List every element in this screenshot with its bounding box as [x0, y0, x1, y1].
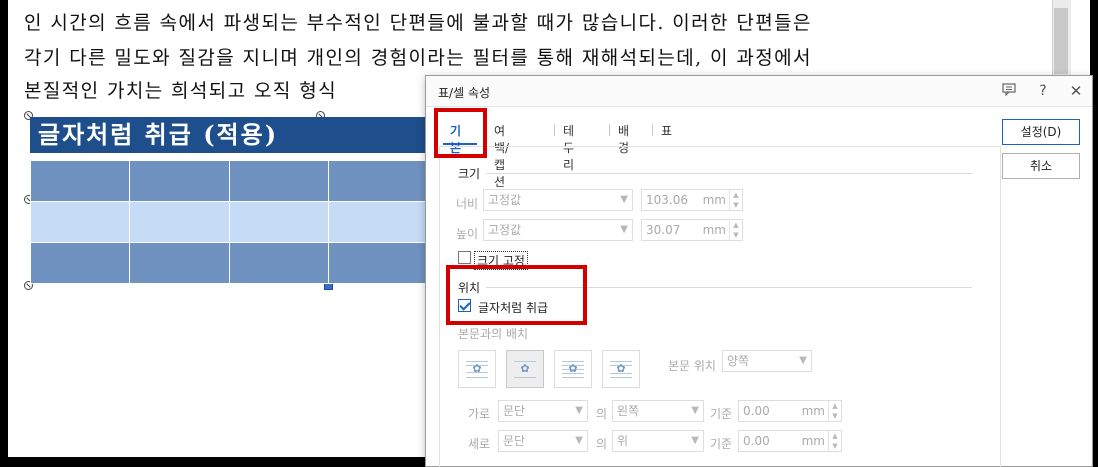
- height-mode-select[interactable]: 고정값 ▼: [483, 219, 633, 241]
- comment-icon[interactable]: [1000, 82, 1018, 100]
- butterfly-icon: ✿: [472, 362, 482, 375]
- table-title[interactable]: 글자처럼 취급 (적용): [30, 117, 426, 153]
- highlight-box-position: [446, 265, 587, 325]
- cancel-button[interactable]: 취소: [1002, 153, 1080, 179]
- vertical-base-label: 기준: [710, 437, 733, 451]
- table-cell: [327, 201, 429, 243]
- horizontal-label: 가로: [468, 407, 491, 421]
- table-cell: [129, 160, 230, 202]
- horizontal-base-input[interactable]: 0.00 mm ▲ ▼: [738, 400, 842, 422]
- vertical-of-label: 의: [596, 437, 608, 451]
- tab-separator: [554, 124, 555, 136]
- table-cell: [228, 201, 329, 243]
- butterfly-icon: ✿: [568, 362, 578, 375]
- ok-button[interactable]: 설정(D): [1002, 119, 1080, 145]
- table-cell: [327, 160, 429, 202]
- wrap-square-button[interactable]: ✿: [458, 350, 496, 388]
- vertical-align-select[interactable]: 위 ▼: [612, 430, 704, 452]
- butterfly-icon: ✿: [520, 362, 530, 375]
- width-mode-select[interactable]: 고정값 ▼: [483, 189, 633, 211]
- document-table[interactable]: [29, 160, 429, 284]
- table-cell: [29, 160, 131, 202]
- wrap-label: 본문과의 배치: [458, 327, 529, 341]
- wrap-in-front-button[interactable]: ✿: [602, 350, 640, 388]
- wrap-top-bottom-button[interactable]: ✿: [506, 350, 544, 388]
- scrollbar-thumb[interactable]: [1054, 8, 1068, 74]
- spin-arrows-icon: ▲ ▼: [729, 220, 742, 240]
- section-divider: [486, 173, 972, 174]
- horizontal-of-label: 의: [596, 407, 608, 421]
- vertical-ref-select[interactable]: 문단 ▼: [498, 430, 588, 452]
- document-text-line: 본질적인 가치는 희석되고 오직 형식: [24, 80, 337, 102]
- tab-separator: [652, 124, 653, 136]
- document-text-line: 인 시간의 흐름 속에서 파생되는 부수적인 단편들에 불과할 때가 많습니다.…: [24, 12, 812, 34]
- table-cell: [228, 160, 329, 202]
- table-cell: [129, 242, 230, 284]
- vertical-label: 세로: [468, 437, 491, 451]
- document-text-line: 각기 다른 밀도와 질감을 지니며 개인의 경험이라는 필터를 통해 재해석되는…: [24, 47, 812, 69]
- horizontal-ref-select[interactable]: 문단 ▼: [498, 400, 588, 422]
- body-position-select[interactable]: 양쪽 ▼: [722, 350, 812, 372]
- table-cell: [29, 242, 131, 284]
- tab-table[interactable]: 표: [661, 122, 672, 139]
- dialog-title: 표/셀 속성: [438, 86, 491, 100]
- fix-size-checkbox[interactable]: [458, 251, 471, 264]
- table-cell: [327, 242, 429, 284]
- width-label: 너비: [456, 197, 479, 211]
- table-cell: [129, 201, 230, 243]
- dialog-titlebar[interactable]: 표/셀 속성 ? ✕: [426, 76, 1092, 107]
- highlight-box-basic-tab: [434, 108, 487, 158]
- horizontal-base-label: 기준: [710, 407, 733, 421]
- table-cell: [228, 242, 329, 284]
- help-icon[interactable]: ?: [1034, 82, 1052, 100]
- spin-arrows-icon: ▲ ▼: [828, 431, 841, 451]
- width-input[interactable]: 103.06 mm ▲ ▼: [641, 189, 743, 211]
- tab-separator: [609, 124, 610, 136]
- spin-arrows-icon: ▲ ▼: [828, 401, 841, 421]
- vertical-base-input[interactable]: 0.00 mm ▲ ▼: [738, 430, 842, 452]
- spin-arrows-icon: ▲ ▼: [729, 190, 742, 210]
- horizontal-align-select[interactable]: 왼쪽 ▼: [612, 400, 704, 422]
- height-input[interactable]: 30.07 mm ▲ ▼: [641, 219, 743, 241]
- height-label: 높이: [456, 227, 479, 241]
- table-cell: [29, 201, 131, 243]
- body-position-label: 본문 위치: [668, 359, 716, 373]
- size-section-label: 크기: [458, 167, 481, 181]
- wrap-behind-text-button[interactable]: ✿: [554, 350, 592, 388]
- close-icon[interactable]: ✕: [1067, 82, 1085, 100]
